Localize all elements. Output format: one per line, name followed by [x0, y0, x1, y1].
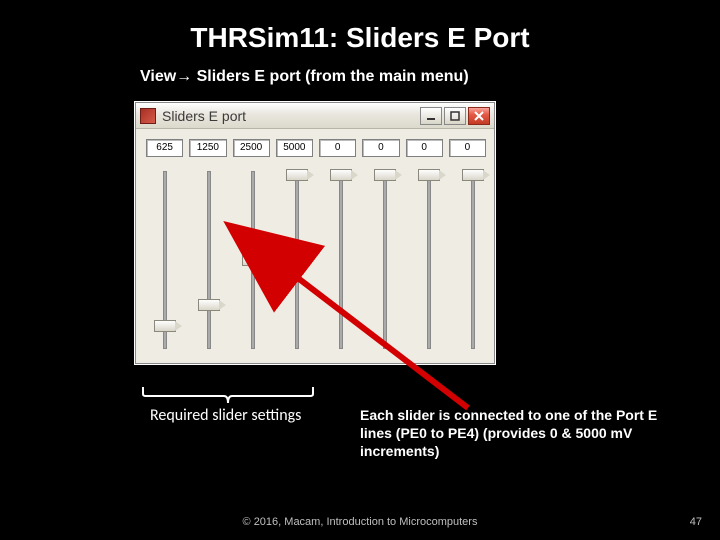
- pe-label-0: PE0: [141, 366, 179, 381]
- slider-rail: [295, 171, 299, 349]
- slider-value-0: 625: [146, 139, 183, 157]
- menu-prefix: View: [140, 68, 176, 85]
- slider-value-5: 0: [362, 139, 399, 157]
- slider-value-1: 1250: [189, 139, 226, 157]
- slider-thumb[interactable]: [374, 169, 396, 181]
- slider-thumb[interactable]: [286, 169, 308, 181]
- slide-title: THRSim11: Sliders E Port: [0, 0, 720, 54]
- slider-value-7: 0: [449, 139, 486, 157]
- window-title: Sliders E port: [162, 108, 420, 124]
- footer-credit: © 2016, Macam, Introduction to Microcomp…: [0, 516, 720, 528]
- slider-6[interactable]: [410, 165, 448, 355]
- slider-7[interactable]: [454, 165, 492, 355]
- pe-label-3: PE3: [273, 366, 311, 381]
- pe-label-1: PE1: [185, 366, 223, 381]
- slider-rail: [383, 171, 387, 349]
- slider-0[interactable]: [146, 165, 184, 355]
- slider-value-4: 0: [319, 139, 356, 157]
- slider-thumb[interactable]: [198, 299, 220, 311]
- required-settings-caption: Required slider settings: [150, 406, 310, 425]
- app-icon: [140, 108, 156, 124]
- slider-rail: [427, 171, 431, 349]
- pe-labels: PE0 PE1 PE2 PE3: [141, 366, 311, 381]
- slider-thumb[interactable]: [242, 254, 264, 266]
- slider-3[interactable]: [278, 165, 316, 355]
- slider-rail: [339, 171, 343, 349]
- titlebar: Sliders E port: [136, 103, 494, 129]
- arrow-icon: →: [176, 68, 192, 85]
- slider-5[interactable]: [366, 165, 404, 355]
- slider-4[interactable]: [322, 165, 360, 355]
- slider-area: 6251250250050000000: [136, 129, 494, 363]
- slider-tracks: [144, 165, 486, 355]
- sliders-window: Sliders E port 6251250250050000000: [135, 102, 495, 364]
- slider-description-caption: Each slider is connected to one of the P…: [360, 406, 660, 461]
- menu-path: View→ Sliders E port (from the main menu…: [140, 68, 469, 86]
- slider-rail: [207, 171, 211, 349]
- page-number: 47: [690, 516, 702, 528]
- slider-value-6: 0: [406, 139, 443, 157]
- slider-thumb[interactable]: [418, 169, 440, 181]
- slider-value-3: 5000: [276, 139, 313, 157]
- slider-value-2: 2500: [233, 139, 270, 157]
- minimize-button[interactable]: [420, 107, 442, 125]
- menu-rest: Sliders E port (from the main menu): [192, 68, 468, 85]
- slider-2[interactable]: [234, 165, 272, 355]
- slider-thumb[interactable]: [462, 169, 484, 181]
- slider-thumb[interactable]: [154, 320, 176, 332]
- slider-thumb[interactable]: [330, 169, 352, 181]
- maximize-button[interactable]: [444, 107, 466, 125]
- bracket-icon: [142, 386, 314, 404]
- slider-rail: [471, 171, 475, 349]
- window-buttons: [420, 107, 490, 125]
- pe-label-2: PE2: [229, 366, 267, 381]
- value-row: 6251250250050000000: [144, 139, 486, 157]
- close-button[interactable]: [468, 107, 490, 125]
- slider-1[interactable]: [190, 165, 228, 355]
